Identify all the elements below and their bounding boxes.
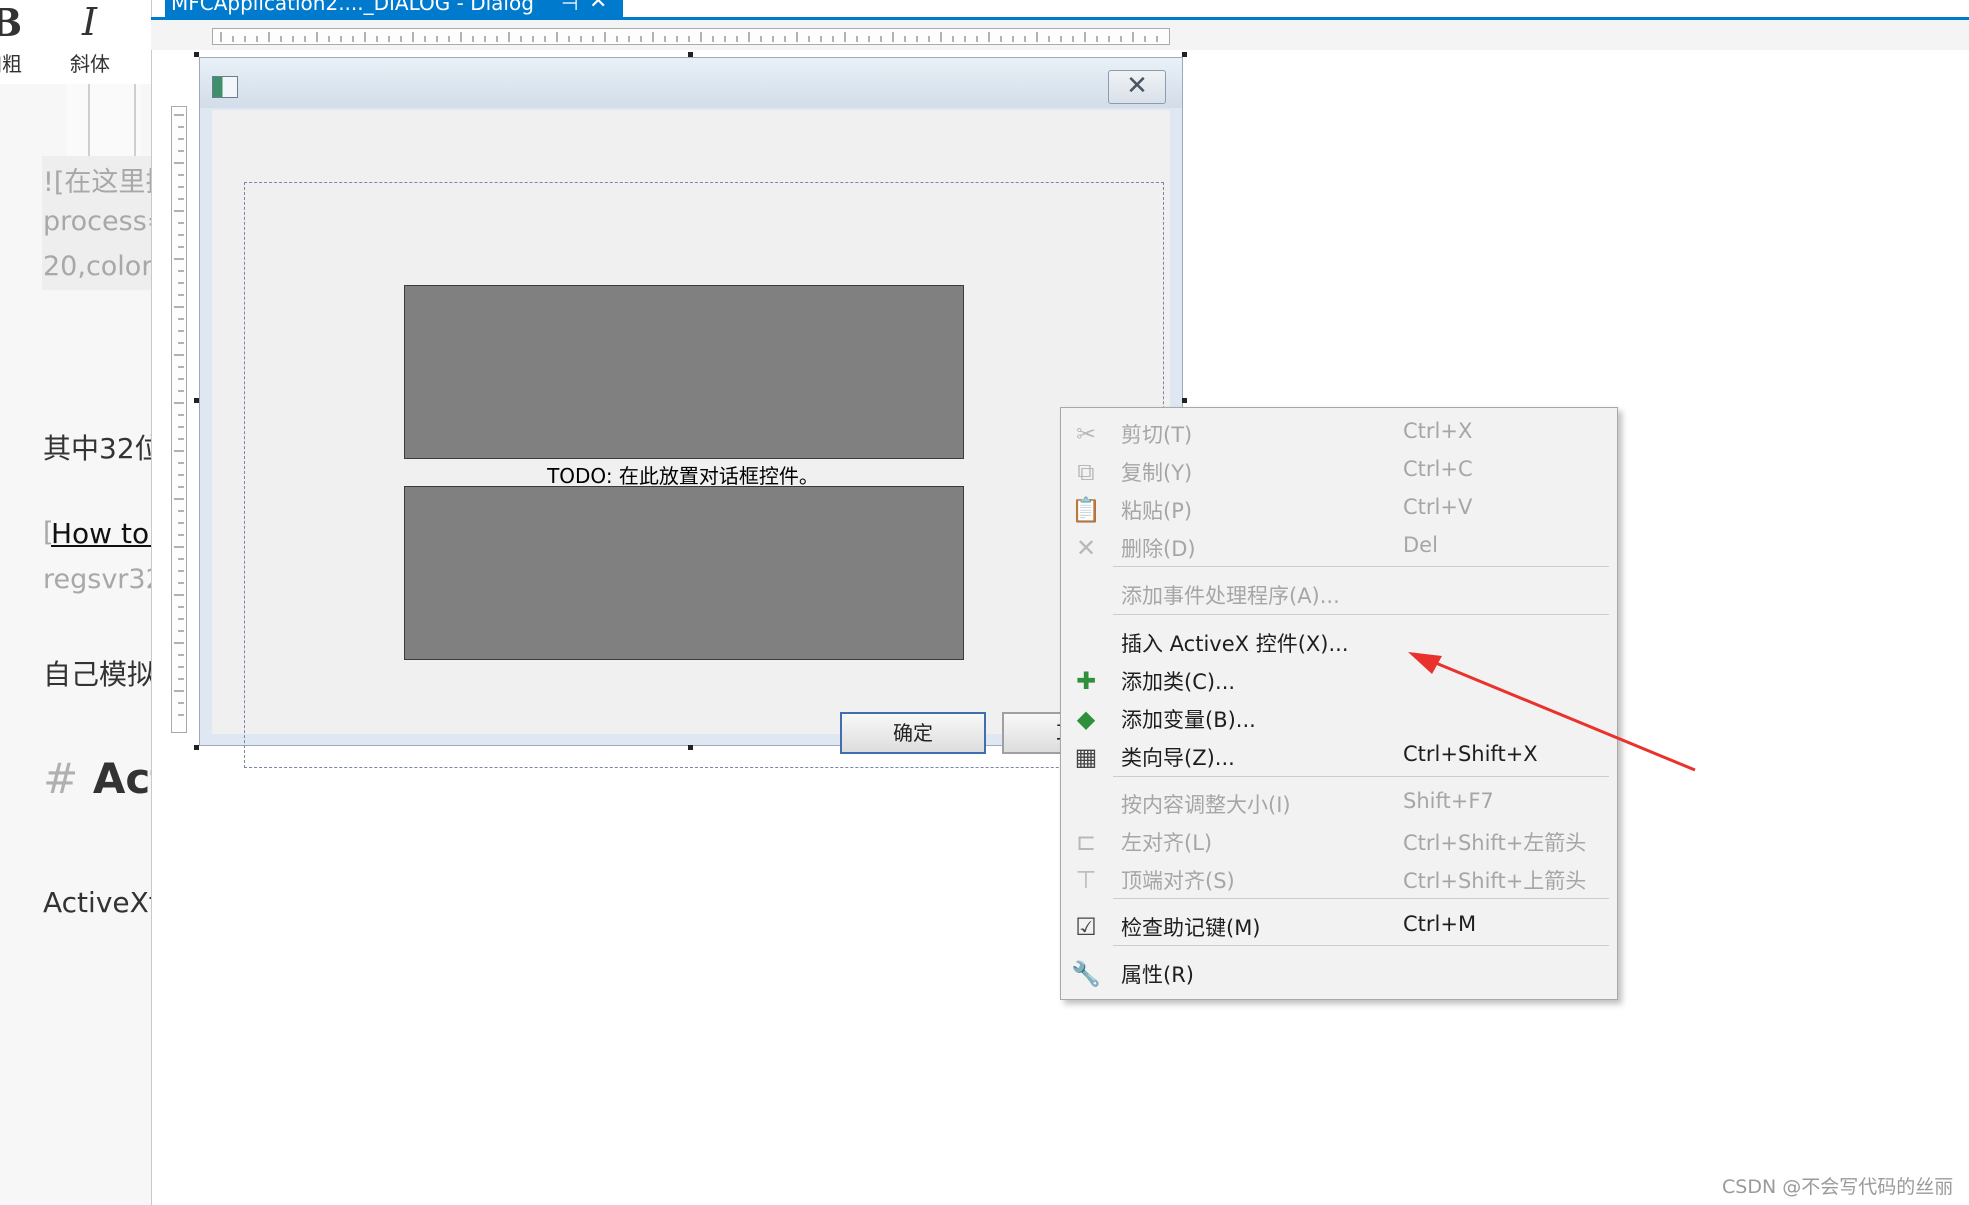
menu-item-shortcut: Ctrl+X	[1403, 419, 1473, 443]
dialog-system-icon	[212, 76, 238, 98]
md-line: regsvr32	[43, 564, 152, 595]
picture-control-bottom[interactable]	[404, 486, 964, 660]
picture-control-top[interactable]	[404, 285, 964, 459]
align-left-icon: ⊏	[1075, 828, 1097, 856]
watermark: CSDN @不会写代码的丝丽	[1722, 1176, 1954, 1198]
resize-handle[interactable]	[688, 52, 693, 57]
heading-text: Acti	[92, 754, 151, 803]
markdown-editor-panel: B 加粗 I 斜体 ![在这里插 process= 20,color_ 其中32…	[0, 0, 152, 1205]
image-preview-stub	[66, 84, 141, 156]
md-line: 20,color_	[43, 251, 152, 282]
wrench-icon: 🔧	[1071, 960, 1101, 988]
menu-separator	[1113, 945, 1609, 946]
menu-item-label: 属性(R)	[1121, 963, 1194, 987]
italic-icon[interactable]: I	[82, 0, 97, 44]
dialog-close-button[interactable]: ✕	[1108, 70, 1166, 104]
md-line: 其中32位	[43, 432, 152, 465]
paste-icon: 📋	[1071, 496, 1101, 524]
menu-item-shortcut: Del	[1403, 533, 1438, 557]
arrow-shaft	[1413, 652, 1696, 772]
dialog-client-area[interactable]: TODO: 在此放置对话框控件。 确定 耳	[212, 110, 1170, 768]
document-tab-title: MFCApplication2...._DIALOG - Dialog	[171, 0, 534, 15]
menu-item-label: 添加变量(B)...	[1121, 708, 1256, 732]
dialog-titlebar: ✕	[200, 58, 1182, 108]
add-variable-icon: ◆	[1076, 705, 1096, 733]
menu-item-shortcut: Ctrl+V	[1403, 495, 1473, 519]
add-class-icon: ✚	[1075, 667, 1097, 695]
menu-item[interactable]: ✂ 剪切(T) Ctrl+X	[1061, 415, 1617, 453]
annotation-arrow	[1408, 652, 1696, 772]
menu-item[interactable]: 添加事件处理程序(A)...	[1061, 576, 1617, 614]
menu-item-label: 剪切(T)	[1121, 423, 1193, 447]
menu-item[interactable]: 🔧 属性(R)	[1061, 955, 1617, 993]
menu-item-shortcut: Shift+F7	[1403, 789, 1494, 813]
menu-item[interactable]: 📋 粘贴(P) Ctrl+V	[1061, 491, 1617, 529]
menu-item[interactable]: ✕ 删除(D) Del	[1061, 529, 1617, 567]
close-tab-icon[interactable]: ✕	[589, 0, 607, 13]
menu-item[interactable]: ☑ 检查助记键(M) Ctrl+M	[1061, 908, 1617, 946]
copy-icon: ⧉	[1077, 458, 1095, 486]
menu-item-label: 检查助记键(M)	[1121, 916, 1261, 940]
scissors-icon: ✂	[1075, 420, 1097, 448]
menu-item[interactable]: ⧉ 复制(Y) Ctrl+C	[1061, 453, 1617, 491]
vertical-ruler	[171, 106, 187, 733]
menu-separator	[1113, 566, 1609, 567]
menu-item[interactable]: ⊏ 左对齐(L) Ctrl+Shift+左箭头	[1061, 823, 1617, 861]
todo-static-text[interactable]: TODO: 在此放置对话框控件。	[404, 460, 962, 489]
menu-item-label: 复制(Y)	[1121, 461, 1193, 485]
menu-item-label: 顶端对齐(S)	[1121, 869, 1235, 893]
md-line: ![在这里插	[43, 167, 151, 198]
resize-handle[interactable]	[194, 398, 199, 403]
menu-item-shortcut: Ctrl+M	[1403, 912, 1477, 936]
menu-item[interactable]: ⊤ 顶端对齐(S) Ctrl+Shift+上箭头	[1061, 861, 1617, 899]
menu-item-label: 添加事件处理程序(A)...	[1121, 584, 1340, 608]
delete-icon: ✕	[1075, 534, 1097, 562]
menu-item-label: 删除(D)	[1121, 537, 1196, 561]
align-top-icon: ⊤	[1075, 866, 1097, 894]
menu-item-label: 添加类(C)...	[1121, 670, 1236, 694]
dialog-designer[interactable]: ✕ TODO: 在此放置对话框控件。 确定 耳	[199, 57, 1183, 768]
menu-item-label: 插入 ActiveX 控件(X)...	[1121, 632, 1349, 656]
resize-handle[interactable]	[1182, 398, 1187, 403]
menu-item-label: 类向导(Z)...	[1121, 746, 1235, 770]
italic-label[interactable]: 斜体	[70, 48, 110, 77]
check-mnemonics-icon: ☑	[1075, 913, 1097, 941]
pin-icon[interactable]: ⊣	[561, 0, 578, 13]
resize-handle[interactable]	[194, 745, 199, 750]
close-icon: ✕	[1126, 71, 1148, 101]
horizontal-ruler	[212, 28, 1170, 45]
menu-separator	[1113, 898, 1609, 899]
class-wizard-icon: ▦	[1074, 743, 1098, 771]
bold-icon[interactable]: B	[0, 0, 22, 45]
menu-separator	[1113, 614, 1609, 615]
arrow-head	[1408, 652, 1442, 674]
menu-item-label: 按内容调整大小(I)	[1121, 793, 1291, 817]
md-line: 自己模拟	[43, 658, 152, 691]
resize-handle[interactable]	[1182, 52, 1187, 57]
md-line: process=	[43, 206, 151, 237]
menu-item[interactable]: 按内容调整大小(I) Shift+F7	[1061, 785, 1617, 823]
md-link[interactable]: How to u	[51, 517, 151, 550]
editor-toolbar: B 加粗 I 斜体	[0, 0, 151, 84]
menu-item-label: 左对齐(L)	[1121, 831, 1213, 855]
resize-handle[interactable]	[194, 52, 199, 57]
heading-hash: #	[43, 754, 79, 803]
md-heading: # Acti	[43, 754, 151, 803]
md-line: ActiveXt	[43, 886, 152, 919]
menu-item-label: 粘贴(P)	[1121, 499, 1193, 523]
bold-label: 加粗	[0, 52, 22, 76]
resize-handle[interactable]	[688, 745, 693, 750]
menu-item-shortcut: Ctrl+C	[1403, 457, 1473, 481]
menu-item-shortcut: Ctrl+Shift+左箭头	[1403, 831, 1587, 855]
menu-item-shortcut: Ctrl+Shift+上箭头	[1403, 869, 1587, 893]
ok-button[interactable]: 确定	[840, 712, 986, 754]
